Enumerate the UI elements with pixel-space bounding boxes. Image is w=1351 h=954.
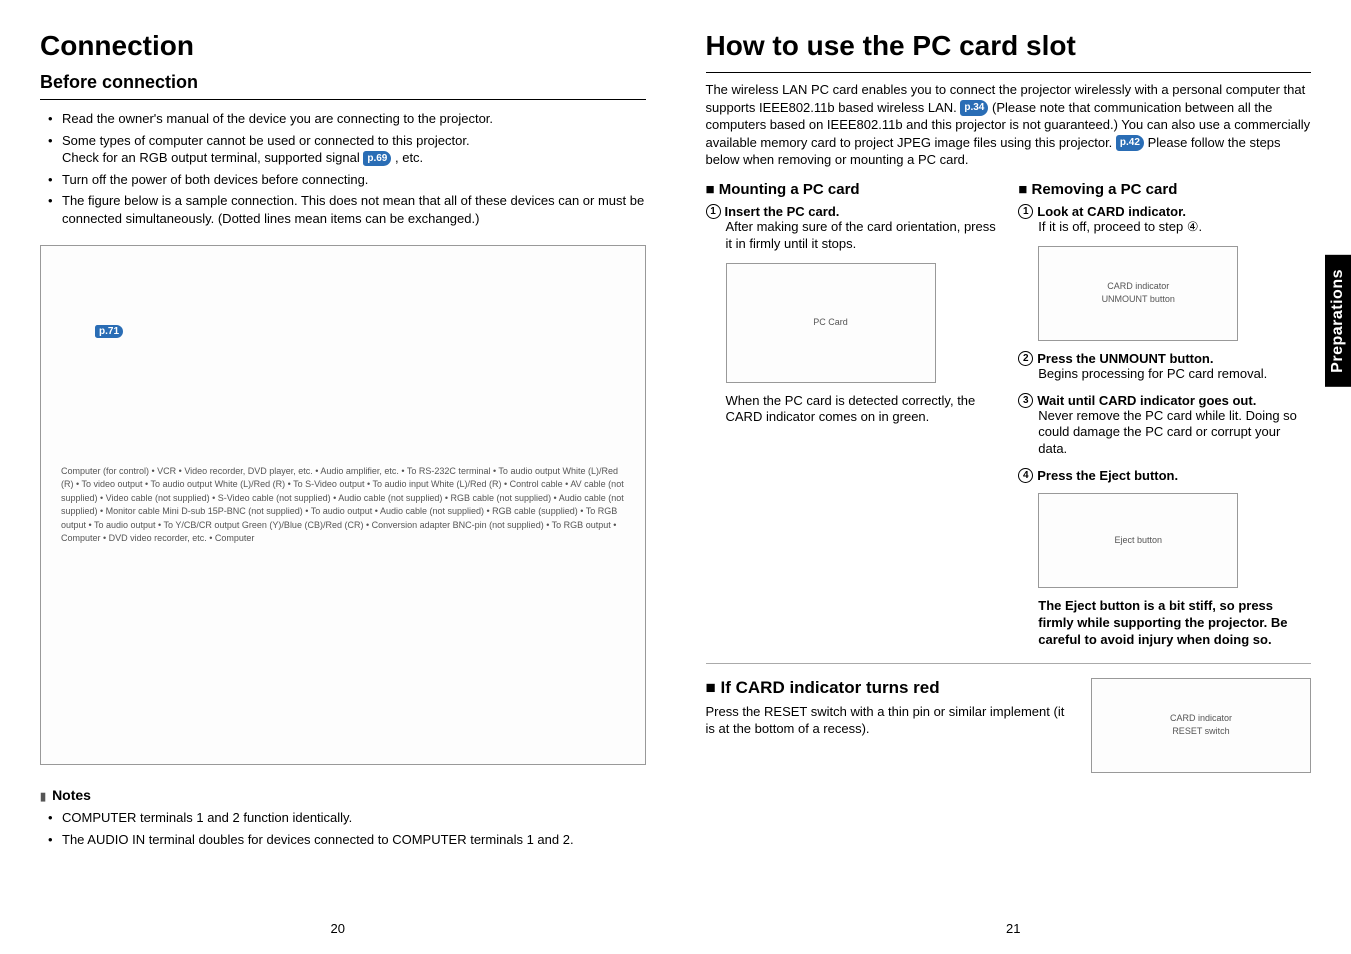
page-ref-p42[interactable]: p.42 (1116, 135, 1144, 151)
page-ref-p71[interactable]: p.71 (95, 325, 123, 338)
step-3-remove: 3 Wait until CARD indicator goes out. (1018, 393, 1311, 408)
step-2-remove: 2 Press the UNMOUNT button. (1018, 351, 1311, 366)
page-ref-p69[interactable]: p.69 (363, 151, 391, 167)
step-number-icon: 4 (1018, 468, 1033, 483)
page-number-right: 21 (1006, 921, 1020, 936)
list-item: The figure below is a sample connection.… (52, 192, 646, 227)
eject-button-diagram: Eject button (1038, 493, 1238, 588)
step-number-icon: 1 (1018, 204, 1033, 219)
page-ref-p34[interactable]: p.34 (960, 100, 988, 116)
list-item: The AUDIO IN terminal doubles for device… (52, 831, 646, 849)
removing-title: Removing a PC card (1018, 181, 1311, 198)
list-item: Some types of computer cannot be used or… (52, 132, 646, 167)
divider (706, 663, 1312, 664)
section-tab-preparations: Preparations (1325, 255, 1351, 387)
list-item: Turn off the power of both devices befor… (52, 171, 646, 189)
red-indicator-body: Press the RESET switch with a thin pin o… (706, 704, 1072, 738)
step-number-icon: 1 (706, 204, 721, 219)
card-indicator-diagram: CARD indicator UNMOUNT button (1038, 246, 1238, 341)
step-1-mount: 1 Insert the PC card. (706, 204, 999, 219)
eject-caution: The Eject button is a bit stiff, so pres… (1018, 598, 1311, 649)
step-1-remove: 1 Look at CARD indicator. (1018, 204, 1311, 219)
intro-paragraph: The wireless LAN PC card enables you to … (706, 81, 1312, 169)
subhead-before-connection: Before connection (40, 72, 646, 93)
page-title-left: Connection (40, 30, 646, 62)
step-number-icon: 3 (1018, 393, 1033, 408)
pc-card-insert-diagram: PC Card (726, 263, 936, 383)
page-title-right: How to use the PC card slot (706, 30, 1312, 62)
step-4-remove: 4 Press the Eject button. (1018, 468, 1311, 483)
reset-switch-diagram: CARD indicator RESET switch (1091, 678, 1311, 773)
mounting-title: Mounting a PC card (706, 181, 999, 198)
list-item: COMPUTER terminals 1 and 2 function iden… (52, 809, 646, 827)
list-item: Read the owner's manual of the device yo… (52, 110, 646, 128)
before-connection-list: Read the owner's manual of the device yo… (40, 110, 646, 227)
notes-heading: Notes (40, 787, 646, 803)
notes-list: COMPUTER terminals 1 and 2 function iden… (40, 809, 646, 848)
page-number-left: 20 (331, 921, 345, 936)
red-indicator-title: If CARD indicator turns red (706, 678, 1072, 698)
mount-after-text: When the PC card is detected correctly, … (706, 393, 999, 427)
connection-diagram: p.71 Computer (for control) • VCR • Vide… (40, 245, 646, 765)
step-number-icon: 2 (1018, 351, 1033, 366)
